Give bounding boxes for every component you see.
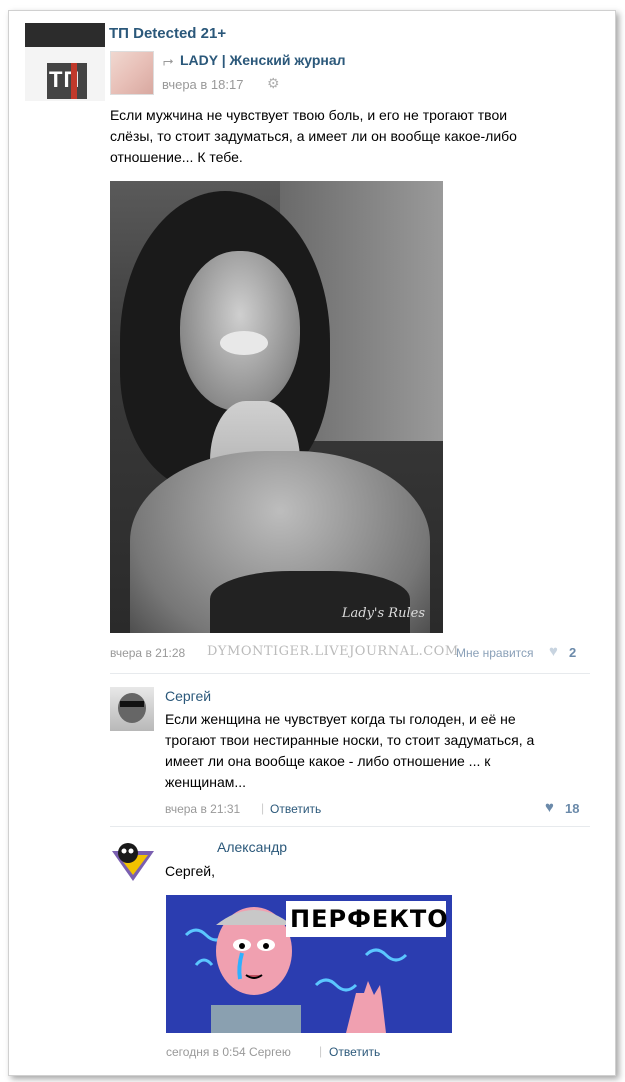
meme-image[interactable]: ПЕРФЕКТО! xyxy=(166,895,452,1033)
source-watermark: DYMONTIGER.LIVEJOURNAL.COM xyxy=(207,644,459,659)
post-text-line: отношение... К тебе. xyxy=(110,149,243,165)
comment-text-line: женщинам... xyxy=(165,774,247,790)
meme-caption: ПЕРФЕКТО! xyxy=(290,905,452,933)
divider xyxy=(110,673,590,674)
post-photo[interactable]: Lady's Rules xyxy=(110,181,443,633)
comment-avatar[interactable] xyxy=(110,837,156,883)
reply-button[interactable]: Ответить xyxy=(270,802,321,816)
repost-time[interactable]: вчера в 18:17 xyxy=(162,77,243,92)
comment-text-line: Если женщина не чувствует когда ты голод… xyxy=(165,711,516,727)
separator: | xyxy=(319,1044,323,1058)
repost-avatar[interactable] xyxy=(110,51,154,95)
reply-button[interactable]: Ответить xyxy=(329,1045,380,1059)
comment-time[interactable]: вчера в 21:31 xyxy=(165,802,240,816)
divider xyxy=(110,826,590,827)
heart-icon[interactable]: ♥ xyxy=(549,643,558,660)
gear-icon[interactable]: ⚙ xyxy=(267,75,280,92)
avatar-logo-icon xyxy=(112,843,154,881)
comment-text-line: трогают твои нестиранные носки, то стоит… xyxy=(165,732,535,748)
post-time[interactable]: вчера в 21:28 xyxy=(110,646,185,660)
group-name[interactable]: ТП Detected 21+ xyxy=(109,25,226,42)
group-avatar[interactable]: ТП xyxy=(25,23,105,101)
comment-text: Если женщина не чувствует когда ты голод… xyxy=(165,709,595,793)
comment-avatar[interactable] xyxy=(110,687,154,731)
separator: | xyxy=(261,801,265,815)
like-count: 2 xyxy=(569,645,577,660)
photo-watermark: Lady's Rules xyxy=(341,606,425,621)
post-text-line: Если мужчина не чувствует твою боль, и е… xyxy=(110,107,508,123)
comment-time[interactable]: сегодня в 0:54 Сергею xyxy=(166,1045,291,1059)
comment-like-count: 18 xyxy=(565,801,580,816)
repost-arrow-icon: ⮣ xyxy=(163,53,174,68)
comment-text: Сергей, xyxy=(165,863,215,879)
like-button[interactable]: Мне нравится xyxy=(456,646,534,660)
comment-text-line: имеет ли она вообще какое - либо отношен… xyxy=(165,753,491,769)
vk-post-card: ТП ТП Detected 21+ ⮣ LADY | Женский журн… xyxy=(8,10,616,1076)
heart-icon[interactable]: ♥ xyxy=(545,799,554,816)
comment-author[interactable]: Сергей xyxy=(165,688,211,704)
post-text-line: слёзы, то стоит задуматься, а имеет ли о… xyxy=(110,128,517,144)
post-text: Если мужчина не чувствует твою боль, и е… xyxy=(110,105,590,168)
repost-source[interactable]: LADY | Женский журнал xyxy=(180,52,346,68)
comment-author[interactable]: Александр xyxy=(217,839,287,855)
